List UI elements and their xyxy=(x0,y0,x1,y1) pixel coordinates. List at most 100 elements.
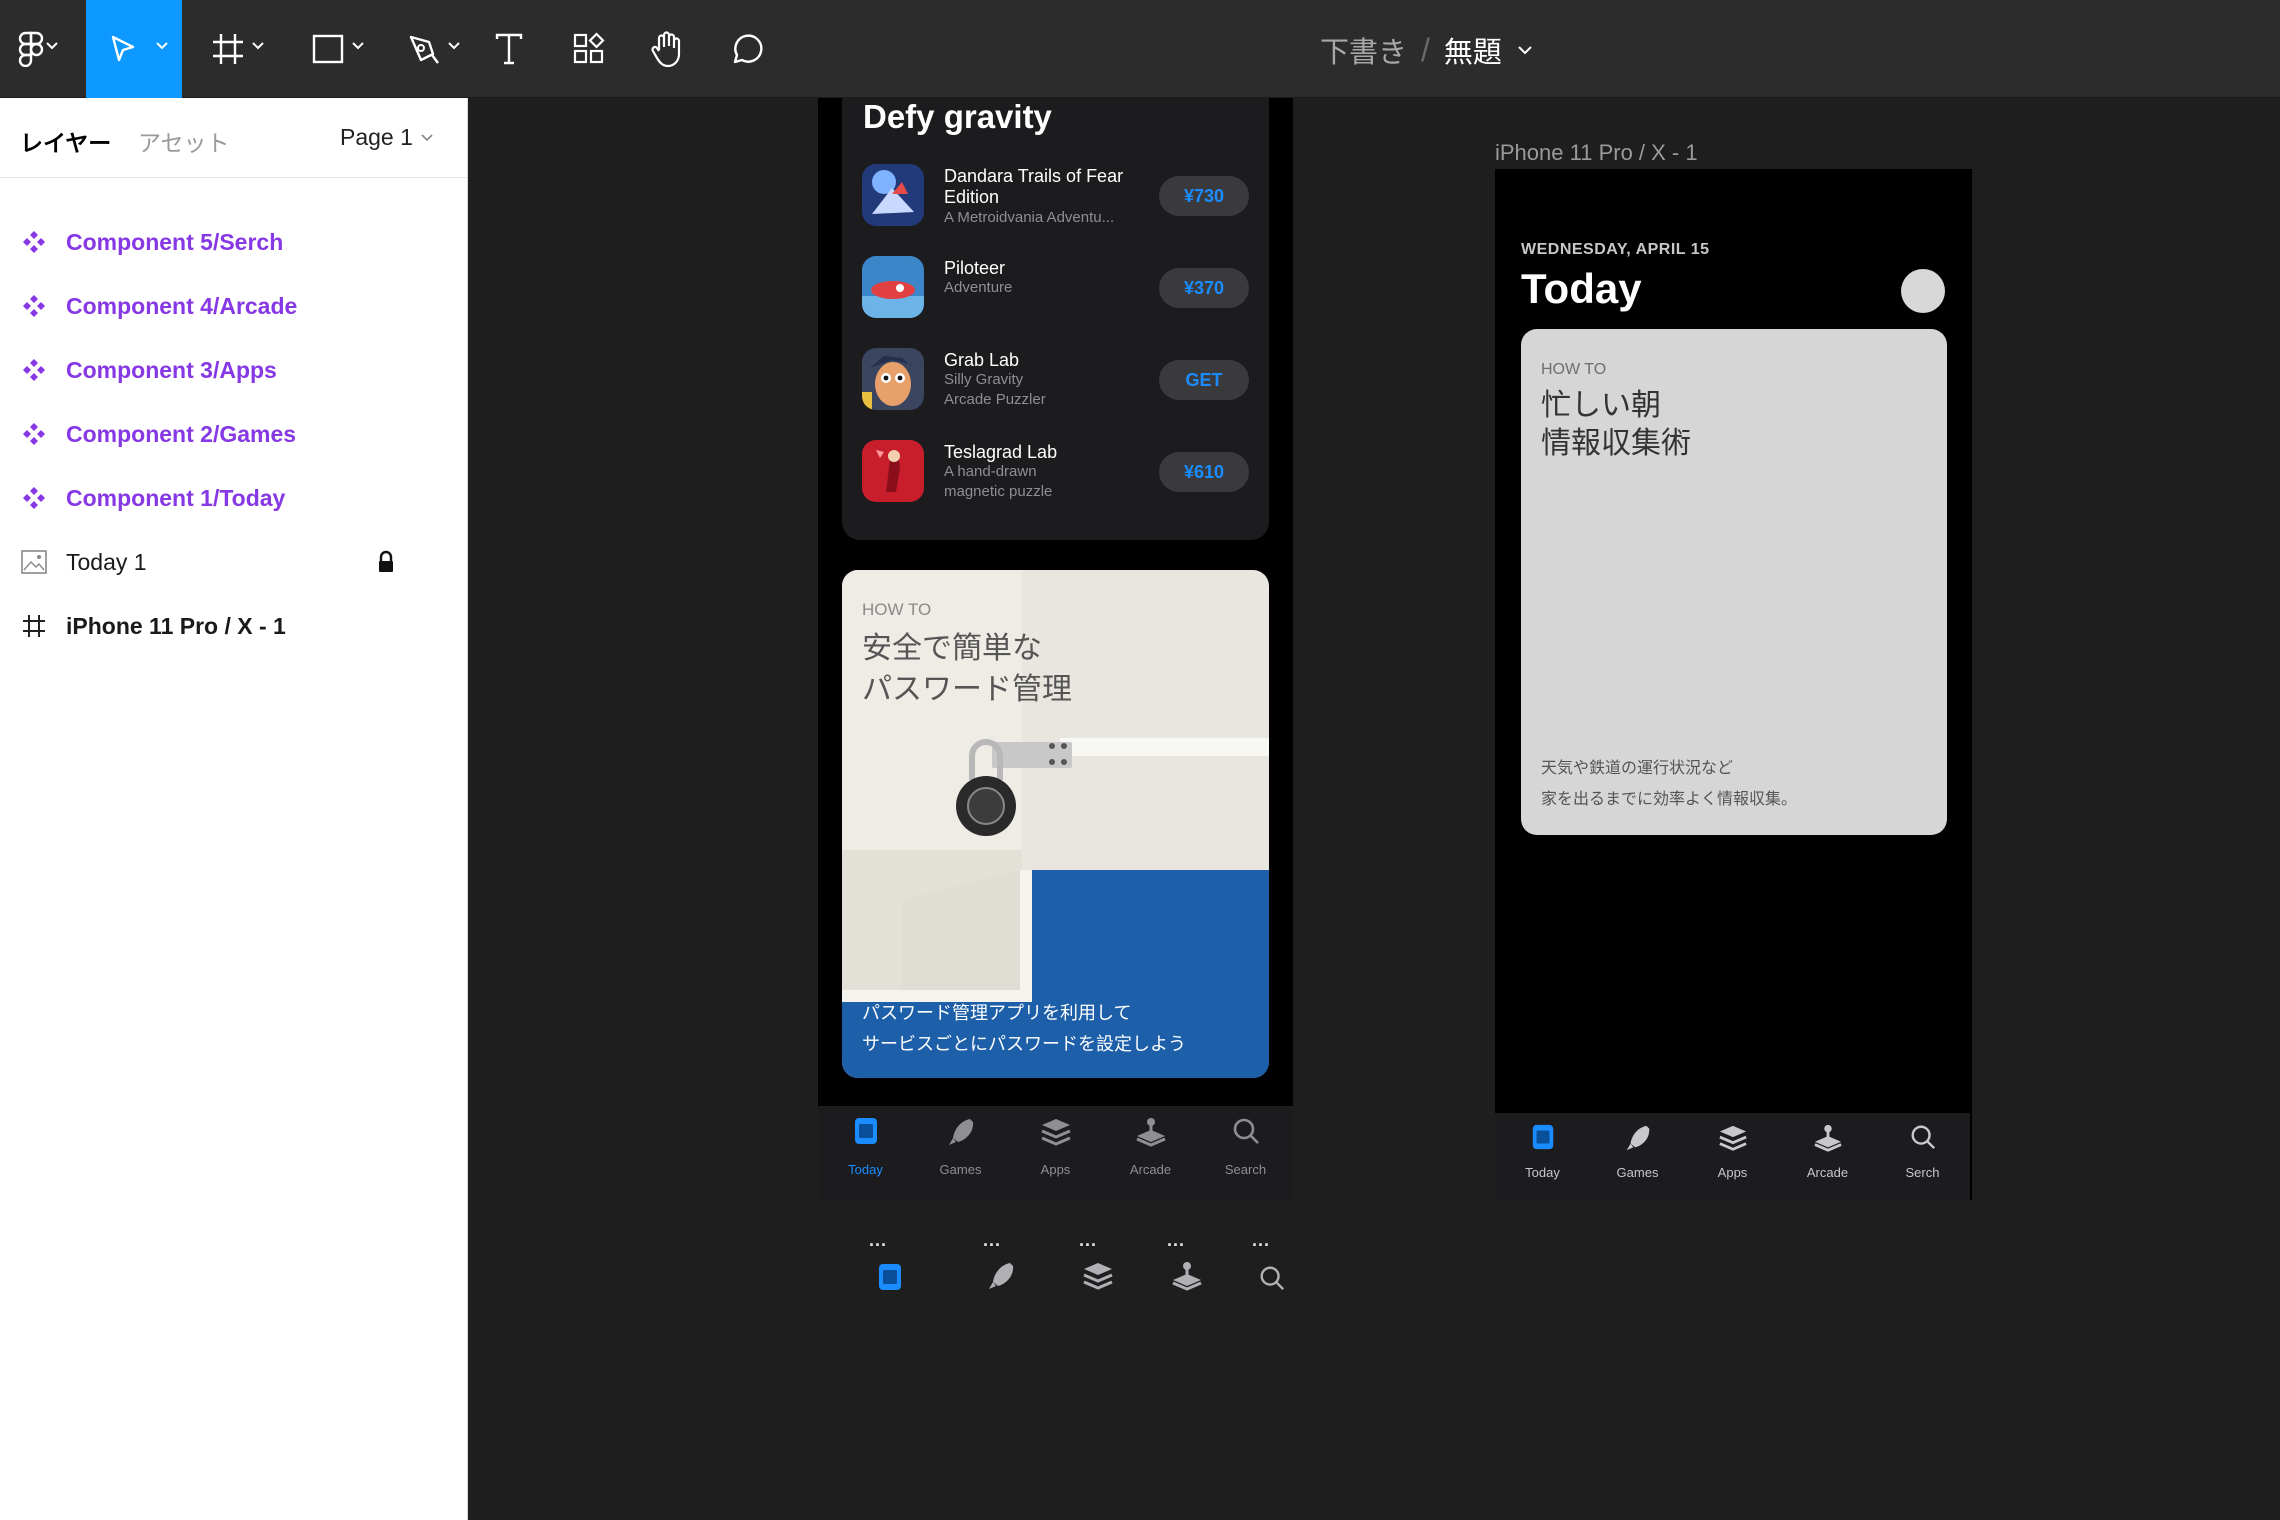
component-menu-dots[interactable]: ... xyxy=(1252,1230,1270,1251)
pen-icon xyxy=(409,35,439,64)
component-menu-dots[interactable]: ... xyxy=(1079,1230,1097,1251)
design-canvas[interactable] xyxy=(469,99,2280,1520)
component-games-rocket-icon[interactable] xyxy=(986,1260,1016,1292)
app-icon-piloteer xyxy=(862,256,924,318)
tab-label: Arcade xyxy=(1806,1165,1849,1180)
tab-arcade[interactable]: Arcade xyxy=(1780,1113,1875,1200)
tab-label: Search xyxy=(1224,1162,1267,1177)
component-icon xyxy=(20,484,48,512)
doc-name-label[interactable]: 無題 xyxy=(1444,29,1502,71)
pen-tool-button[interactable] xyxy=(392,0,472,98)
figma-logo-icon xyxy=(18,31,44,67)
text-tool-button[interactable] xyxy=(486,0,532,98)
tab-assets[interactable]: アセット xyxy=(138,124,230,158)
app-row-piloteer[interactable]: Piloteer Adventure ¥370 xyxy=(862,256,1252,326)
component-icon xyxy=(20,420,48,448)
iphone-frame[interactable]: WEDNESDAY, APRIL 15 Today HOW TO 忙しい朝 情報… xyxy=(1495,169,1972,1200)
get-button[interactable]: GET xyxy=(1159,360,1249,400)
search-icon xyxy=(1233,1118,1259,1144)
stack-icon xyxy=(1040,1119,1071,1146)
chevron-down-icon xyxy=(46,42,58,50)
move-tool-button[interactable] xyxy=(86,0,182,98)
app-row-teslagrad[interactable]: Teslagrad Lab A hand-drawn magnetic puzz… xyxy=(862,440,1252,510)
tab-label: Apps xyxy=(1717,1165,1748,1180)
hand-icon xyxy=(651,31,681,68)
comment-tool-button[interactable] xyxy=(724,0,770,98)
tab-apps[interactable]: Apps xyxy=(1008,1106,1103,1200)
comment-bubble-icon xyxy=(733,34,763,64)
app-row-grab-lab[interactable]: Grab Lab Silly Gravity Arcade Puzzler GE… xyxy=(862,348,1252,418)
tab-search[interactable]: Search xyxy=(1198,1106,1293,1200)
tab-arcade[interactable]: Arcade xyxy=(1103,1106,1198,1200)
tab-bar: Today Games Apps Arcade Serch xyxy=(1495,1113,1970,1200)
component-search-icon[interactable] xyxy=(1258,1264,1286,1292)
tab-layers[interactable]: レイヤー xyxy=(20,124,111,158)
app-row-dandara[interactable]: Dandara Trails of Fear Edition A Metroid… xyxy=(862,164,1252,234)
component-icon xyxy=(20,356,48,384)
frame-tool-button[interactable] xyxy=(196,0,276,98)
components-grid-icon xyxy=(573,32,605,64)
app-name: Dandara Trails of Fear xyxy=(944,166,1124,186)
app-subtitle-line2: Arcade Puzzler xyxy=(944,391,1046,408)
password-howto-card[interactable]: HOW TO 安全で簡単な パスワード管理 パスワード管理アプリを利用して サー… xyxy=(842,570,1269,1078)
lock-icon[interactable] xyxy=(376,550,396,574)
doc-folder-label[interactable]: 下書き xyxy=(1320,29,1407,71)
component-icon xyxy=(20,228,48,256)
app-store-phone-frame[interactable]: Defy gravity Dandara Trails of Fear Edit… xyxy=(818,98,1293,1200)
joystick-icon xyxy=(1135,1118,1166,1147)
layer-component-4[interactable]: Component 4/Arcade xyxy=(0,274,468,338)
tab-games[interactable]: Games xyxy=(1590,1113,1685,1200)
chevron-down-icon[interactable] xyxy=(1518,45,1532,55)
component-menu-dots[interactable]: ... xyxy=(869,1230,887,1251)
layer-name: Component 5/Serch xyxy=(66,229,284,255)
price-button[interactable]: ¥370 xyxy=(1159,268,1249,308)
card-title: 安全で簡単な パスワード管理 xyxy=(862,632,1072,706)
card-kicker: HOW TO xyxy=(1541,361,1607,378)
layer-today-image[interactable]: Today 1 xyxy=(0,530,468,594)
tab-label: Arcade xyxy=(1129,1162,1172,1177)
tab-search[interactable]: Serch xyxy=(1875,1113,1970,1200)
tab-today[interactable]: Today xyxy=(1495,1113,1590,1200)
frame-label[interactable]: iPhone 11 Pro / X - 1 xyxy=(1495,140,1698,166)
tab-today[interactable]: Today xyxy=(818,1106,913,1200)
component-arcade-joystick-icon[interactable] xyxy=(1170,1260,1204,1292)
tab-games[interactable]: Games xyxy=(913,1106,1008,1200)
price-button[interactable]: ¥610 xyxy=(1159,452,1249,492)
layer-component-1[interactable]: Component 1/Today xyxy=(0,466,468,530)
layer-component-2[interactable]: Component 2/Games xyxy=(0,402,468,466)
defy-gravity-card: Defy gravity Dandara Trails of Fear Edit… xyxy=(842,98,1269,540)
app-name-line2: Edition xyxy=(944,187,1000,207)
chevron-down-icon xyxy=(252,42,264,50)
joystick-icon xyxy=(1813,1124,1842,1152)
document-title[interactable]: 下書き / 無題 xyxy=(1320,28,1532,72)
component-icon xyxy=(20,292,48,320)
layer-name: iPhone 11 Pro / X - 1 xyxy=(66,613,286,639)
hand-tool-button[interactable] xyxy=(644,0,690,98)
main-menu-button[interactable] xyxy=(0,0,70,98)
layer-name: Component 2/Games xyxy=(66,421,297,447)
card-title: 忙しい朝 情報収集術 xyxy=(1541,389,1691,460)
layer-component-5[interactable]: Component 5/Serch xyxy=(0,210,468,274)
component-apps-stack-icon[interactable] xyxy=(1082,1260,1114,1292)
page-selector[interactable]: Page 1 xyxy=(340,124,433,151)
app-name: Piloteer xyxy=(944,258,1006,278)
resources-tool-button[interactable] xyxy=(566,0,612,98)
layer-component-3[interactable]: Component 3/Apps xyxy=(0,338,468,402)
tab-apps[interactable]: Apps xyxy=(1685,1113,1780,1200)
component-menu-dots[interactable]: ... xyxy=(983,1230,1001,1251)
today-story-card[interactable]: HOW TO 忙しい朝 情報収集術 天気や鉄道の運行状況など 家を出るまでに効率… xyxy=(1521,329,1947,835)
app-name: Grab Lab xyxy=(944,350,1020,370)
rocket-icon xyxy=(1626,1125,1649,1151)
price-button[interactable]: ¥730 xyxy=(1159,176,1249,216)
frame-hash-icon xyxy=(213,34,243,64)
layer-name: Component 4/Arcade xyxy=(66,293,298,319)
tab-label: Today xyxy=(848,1162,883,1177)
layer-iphone-frame[interactable]: iPhone 11 Pro / X - 1 xyxy=(0,594,468,658)
app-icon-teslagrad xyxy=(862,440,924,502)
component-menu-dots[interactable]: ... xyxy=(1167,1230,1185,1251)
frame-hash-icon xyxy=(20,612,48,640)
avatar[interactable] xyxy=(1901,269,1945,313)
shape-tool-button[interactable] xyxy=(296,0,376,98)
layer-name: Component 1/Today xyxy=(66,485,286,511)
component-today-icon[interactable] xyxy=(876,1262,904,1292)
